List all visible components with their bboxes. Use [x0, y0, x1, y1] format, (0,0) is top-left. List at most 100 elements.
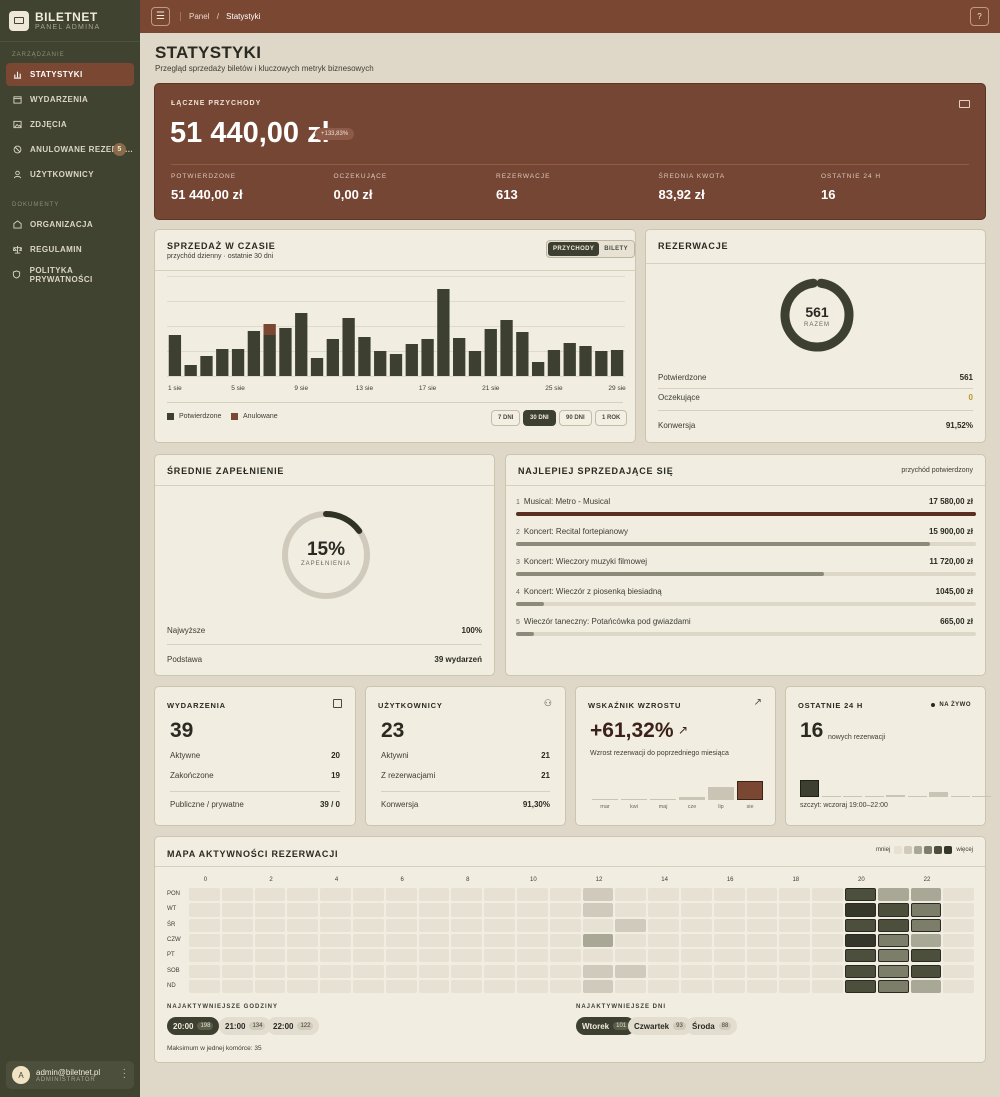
heatmap-cell[interactable]	[877, 949, 909, 963]
heatmap-cell[interactable]	[877, 903, 909, 917]
bar-confirmed[interactable]	[263, 335, 276, 376]
bar-confirmed[interactable]	[310, 358, 324, 376]
heatmap-cell[interactable]	[779, 918, 811, 932]
heatmap-cell[interactable]	[221, 949, 253, 963]
more-vertical-icon[interactable]: · · ·	[123, 1065, 126, 1083]
heatmap-cell[interactable]	[549, 949, 581, 963]
heatmap-cell[interactable]	[451, 979, 483, 994]
heatmap-cell[interactable]	[385, 888, 417, 902]
heatmap-cell[interactable]	[287, 903, 319, 917]
toggle-revenue[interactable]: PRZYCHODY	[548, 242, 600, 256]
heatmap-cell[interactable]	[615, 949, 647, 963]
heatmap-cell[interactable]	[353, 979, 384, 994]
menu-toggle-button[interactable]: ☰	[151, 7, 170, 26]
heatmap-cell[interactable]	[484, 979, 515, 994]
heatmap-cell[interactable]	[943, 964, 975, 978]
heatmap-cell[interactable]	[582, 964, 614, 978]
heatmap-cell[interactable]	[746, 949, 778, 963]
heatmap-cell[interactable]	[418, 903, 450, 917]
heatmap-cell[interactable]	[254, 964, 286, 978]
heatmap-cell[interactable]	[812, 903, 843, 917]
heatmap-cell[interactable]	[320, 918, 351, 932]
bar-confirmed[interactable]	[421, 339, 434, 376]
heatmap-cell[interactable]	[713, 888, 745, 902]
heatmap-cell[interactable]	[484, 888, 515, 902]
heatmap-cell[interactable]	[189, 949, 220, 963]
heatmap-cell[interactable]	[779, 903, 811, 917]
heatmap-cell[interactable]	[910, 964, 942, 978]
heatmap-cell[interactable]	[221, 888, 253, 902]
heatmap-cell[interactable]	[582, 903, 614, 917]
heatmap-cell[interactable]	[189, 964, 220, 978]
brand[interactable]: BILETNET PANEL ADMINA	[0, 0, 140, 42]
heatmap-cell[interactable]	[648, 888, 679, 902]
bar-confirmed[interactable]	[610, 350, 624, 376]
heatmap-cell[interactable]	[615, 964, 647, 978]
heatmap-cell[interactable]	[713, 903, 745, 917]
heatmap-cell[interactable]	[681, 903, 712, 917]
heatmap-cell[interactable]	[517, 888, 548, 902]
bar-confirmed[interactable]	[547, 350, 561, 376]
heatmap-cell[interactable]	[812, 888, 843, 902]
heatmap-cell[interactable]	[320, 903, 351, 917]
bar-confirmed[interactable]	[279, 328, 292, 376]
heatmap-cell[interactable]	[287, 888, 319, 902]
heatmap-cell[interactable]	[779, 979, 811, 994]
heatmap-cell[interactable]	[517, 918, 548, 932]
bestseller-row[interactable]: 4 Koncert: Wieczór z piosenką biesiadną 10…	[516, 587, 973, 596]
heatmap-cell[interactable]	[418, 933, 450, 948]
range-30-days[interactable]: 30 DNI	[523, 410, 556, 426]
heatmap-cell[interactable]	[681, 888, 712, 902]
heatmap-cell[interactable]	[812, 949, 843, 963]
heatmap-cell[interactable]	[320, 949, 351, 963]
heatmap-cell[interactable]	[877, 888, 909, 902]
heatmap-cell[interactable]	[549, 979, 581, 994]
hourly-bar[interactable]	[843, 795, 862, 797]
heatmap-cell[interactable]	[910, 979, 942, 994]
heatmap-cell[interactable]	[812, 979, 843, 994]
heatmap-cell[interactable]	[221, 918, 253, 932]
heatmap-cell[interactable]	[287, 979, 319, 994]
bar-confirmed[interactable]	[468, 351, 482, 376]
heatmap-cell[interactable]	[353, 949, 384, 963]
heatmap-cell[interactable]	[681, 979, 712, 994]
heatmap-cell[interactable]	[385, 949, 417, 963]
hourly-bar[interactable]	[821, 795, 841, 797]
heatmap-cell[interactable]	[910, 903, 942, 917]
range-1-year[interactable]: 1 ROK	[595, 410, 628, 426]
heatmap-cell[interactable]	[484, 949, 515, 963]
heatmap-cell[interactable]	[713, 949, 745, 963]
heatmap-cell[interactable]	[779, 933, 811, 948]
heatmap-cell[interactable]	[254, 949, 286, 963]
hourly-bar[interactable]	[972, 795, 991, 797]
bar-confirmed[interactable]	[500, 320, 513, 376]
toggle-tickets[interactable]: BILETY	[599, 242, 633, 256]
hourly-bar[interactable]	[907, 795, 927, 797]
hourly-bar[interactable]	[929, 791, 948, 797]
heatmap-cell[interactable]	[484, 918, 515, 932]
sidebar-item-calendar[interactable]: WYDARZENIA	[6, 88, 134, 111]
range-7-days[interactable]: 7 DNI	[491, 410, 521, 426]
heatmap-cell[interactable]	[353, 933, 384, 948]
heatmap-cell[interactable]	[943, 949, 975, 963]
bar-confirmed[interactable]	[563, 343, 576, 376]
top-hour-chip[interactable]: 21:00 134	[219, 1017, 272, 1035]
heatmap-cell[interactable]	[845, 964, 876, 978]
heatmap-cell[interactable]	[353, 888, 384, 902]
heatmap-cell[interactable]	[418, 888, 450, 902]
heatmap-cell[interactable]	[582, 933, 614, 948]
heatmap-cell[interactable]	[779, 949, 811, 963]
top-day-chip[interactable]: Wtorek 101	[576, 1017, 636, 1035]
heatmap-cell[interactable]	[418, 949, 450, 963]
heatmap-cell[interactable]	[845, 979, 876, 994]
help-button[interactable]: ?	[970, 7, 989, 26]
heatmap-cell[interactable]	[418, 979, 450, 994]
sidebar-item-image[interactable]: ZDJĘCIA	[6, 113, 134, 136]
heatmap-cell[interactable]	[385, 964, 417, 978]
heatmap-cell[interactable]	[615, 979, 647, 994]
heatmap-cell[interactable]	[517, 979, 548, 994]
heatmap-cell[interactable]	[845, 933, 876, 948]
heatmap-cell[interactable]	[517, 964, 548, 978]
heatmap-cell[interactable]	[648, 979, 679, 994]
bestseller-row[interactable]: 1 Musical: Metro - Musical 17 580,00 zł	[516, 497, 973, 506]
